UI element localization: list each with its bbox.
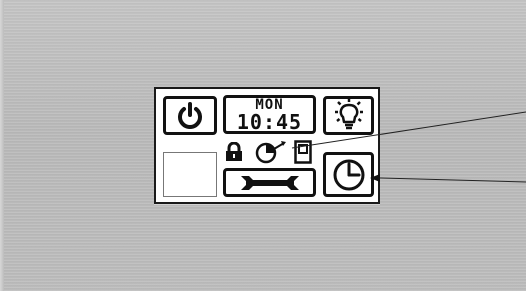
lightbulb-icon <box>334 98 363 129</box>
wrench-icon <box>240 175 299 190</box>
power-icon <box>178 101 202 129</box>
panel-edge <box>0 0 4 291</box>
lock-icon <box>226 142 242 161</box>
light-button[interactable] <box>323 96 374 135</box>
service-button[interactable] <box>223 168 316 197</box>
clock-icon <box>333 159 364 190</box>
window-icon <box>294 140 312 164</box>
power-button[interactable] <box>163 96 217 135</box>
day-time-display[interactable]: MON 10:45 <box>223 95 316 134</box>
clock-button[interactable] <box>323 152 374 197</box>
time-label: 10:45 <box>236 109 303 134</box>
empty-status-field <box>163 152 217 197</box>
timer-icon <box>255 141 286 164</box>
lcd-display: MON 10:45 <box>154 87 380 204</box>
